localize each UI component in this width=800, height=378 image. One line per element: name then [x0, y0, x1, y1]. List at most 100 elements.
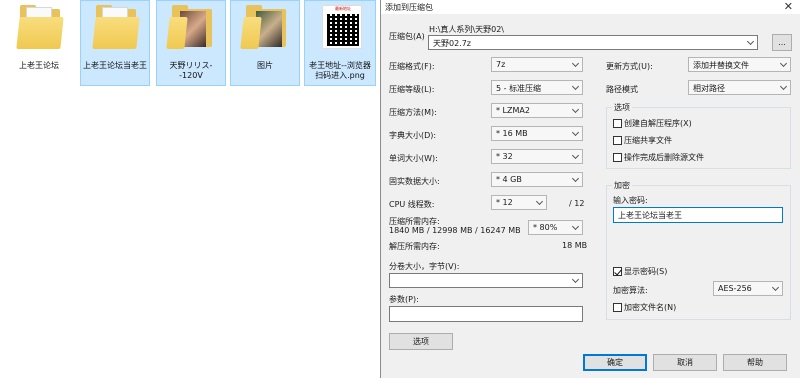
photo-folder-icon	[240, 3, 288, 51]
chevron-down-icon	[780, 83, 787, 90]
update-label: 更新方式(U):	[606, 62, 653, 71]
help-button[interactable]: 帮助	[723, 354, 787, 371]
enc-method-select[interactable]: AES-256	[713, 281, 783, 296]
file-name: 老王地址--浏览器扫码进入.png	[309, 61, 371, 80]
desktop-file-folder-3[interactable]: 天野リリス--120V	[156, 0, 226, 86]
add-to-archive-dialog: 添加到压缩包 ✕ 压缩包(A) H:\真人系列\天野02\ 天野02.7z ..…	[380, 0, 800, 378]
chevron-down-icon	[572, 152, 579, 159]
word-label: 单词大小(W):	[389, 154, 438, 163]
checkbox-box	[613, 267, 622, 276]
cpu-select[interactable]: * 12	[491, 195, 547, 210]
word-value: * 32	[496, 152, 513, 161]
archive-name-value: 天野02.7z	[433, 39, 472, 48]
show-password-label: 显示密码(S)	[624, 267, 668, 276]
solid-select[interactable]: * 4 GB	[491, 172, 583, 187]
checkbox-box	[613, 136, 622, 145]
dict-label: 字典大小(D):	[389, 131, 437, 140]
chevron-down-icon	[747, 38, 754, 45]
folder-icon	[16, 3, 64, 51]
dict-value: * 16 MB	[496, 129, 528, 138]
close-icon[interactable]: ✕	[784, 0, 793, 14]
method-select[interactable]: * LZMA2	[491, 103, 583, 118]
qr-caption: 最新地址	[335, 6, 351, 11]
chevron-down-icon	[572, 175, 579, 182]
chevron-down-icon	[572, 129, 579, 136]
chevron-down-icon	[572, 83, 579, 90]
split-label: 分卷大小，字节(V):	[389, 262, 460, 271]
shared-label: 压缩共享文件	[624, 136, 672, 145]
delete-label: 操作完成后删除源文件	[624, 153, 704, 162]
word-select[interactable]: * 32	[491, 149, 583, 164]
mem-decomp-value: 18 MB	[562, 241, 588, 250]
cancel-button[interactable]: 取消	[653, 354, 717, 371]
archive-path: H:\真人系列\天野02\	[429, 25, 504, 34]
options-group-title: 选项	[612, 102, 632, 113]
dialog-titlebar: 添加到压缩包 ✕	[381, 0, 800, 14]
password-label: 输入密码:	[613, 196, 648, 205]
cpu-label: CPU 线程数:	[389, 200, 435, 209]
pathmode-label: 路径模式	[606, 85, 638, 94]
file-name: 图片	[257, 61, 273, 70]
level-label: 压缩等级(L):	[389, 85, 435, 94]
split-combo[interactable]	[389, 273, 583, 288]
mem-percent-select[interactable]: * 80%	[528, 220, 583, 235]
method-value: * LZMA2	[496, 106, 530, 115]
qr-code-icon: 最新地址	[318, 3, 362, 51]
encrypt-names-checkbox[interactable]: 加密文件名(N)	[613, 302, 676, 313]
chevron-down-icon	[572, 223, 579, 230]
encrypt-names-label: 加密文件名(N)	[624, 303, 677, 312]
pathmode-select[interactable]: 相对路径	[688, 80, 791, 95]
format-value: 7z	[496, 60, 506, 69]
params-label: 参数(P):	[389, 295, 419, 304]
level-value: 5 - 标准压缩	[496, 84, 542, 93]
encryption-group-title: 加密	[612, 180, 632, 191]
options-button[interactable]: 选项	[389, 333, 453, 350]
show-password-checkbox[interactable]: 显示密码(S)	[613, 266, 667, 277]
chevron-down-icon	[772, 284, 779, 291]
chevron-down-icon	[536, 198, 543, 205]
delete-checkbox[interactable]: 操作完成后删除源文件	[613, 152, 704, 163]
checkbox-box	[613, 119, 622, 128]
update-select[interactable]: 添加并替换文件	[688, 57, 791, 72]
solid-label: 固实数据大小:	[389, 177, 440, 186]
mem-comp-detail: 1840 MB / 12998 MB / 16247 MB	[389, 226, 521, 235]
cpu-value: * 12	[496, 198, 513, 207]
desktop-file-folder-2[interactable]: 上老王论坛当老王	[80, 0, 150, 86]
chevron-down-icon	[572, 60, 579, 67]
archive-label: 压缩包(A)	[389, 32, 425, 41]
ok-button[interactable]: 确定	[583, 354, 647, 371]
desktop-file-folder-1[interactable]: 上老王论坛	[4, 0, 74, 86]
enc-method-value: AES-256	[718, 284, 752, 293]
chevron-down-icon	[572, 276, 579, 283]
sfx-checkbox[interactable]: 创建自解压程序(X)	[613, 118, 692, 129]
desktop-file-folder-4[interactable]: 图片	[230, 0, 300, 86]
dict-select[interactable]: * 16 MB	[491, 126, 583, 141]
method-label: 压缩方法(M):	[389, 108, 437, 117]
chevron-down-icon	[572, 106, 579, 113]
update-value: 添加并替换文件	[693, 61, 749, 70]
solid-value: * 4 GB	[496, 175, 522, 184]
params-input[interactable]	[389, 306, 583, 322]
checkbox-box	[613, 153, 622, 162]
enc-method-label: 加密算法:	[613, 286, 648, 295]
desktop-file-qr-image[interactable]: 最新地址 老王地址--浏览器扫码进入.png	[304, 0, 376, 86]
format-label: 压缩格式(F):	[389, 62, 435, 71]
pathmode-value: 相对路径	[693, 84, 725, 93]
cpu-max: / 12	[569, 199, 585, 208]
password-input[interactable]: 上老王论坛当老王	[613, 207, 783, 223]
checkbox-box	[613, 303, 622, 312]
format-select[interactable]: 7z	[491, 57, 583, 72]
chevron-down-icon	[780, 60, 787, 67]
mem-decomp-label: 解压所需内存:	[389, 242, 440, 251]
dialog-title: 添加到压缩包	[385, 3, 433, 12]
folder-icon	[92, 3, 140, 51]
level-select[interactable]: 5 - 标准压缩	[491, 80, 583, 95]
sfx-label: 创建自解压程序(X)	[624, 119, 692, 128]
file-name: 天野リリス--120V	[169, 61, 213, 80]
file-name: 上老王论坛	[19, 61, 59, 70]
photo-folder-icon	[166, 3, 214, 51]
browse-button[interactable]: ...	[772, 34, 792, 51]
shared-checkbox[interactable]: 压缩共享文件	[613, 135, 672, 146]
archive-name-combo[interactable]: 天野02.7z	[428, 35, 758, 50]
file-name: 上老王论坛当老王	[83, 61, 147, 70]
